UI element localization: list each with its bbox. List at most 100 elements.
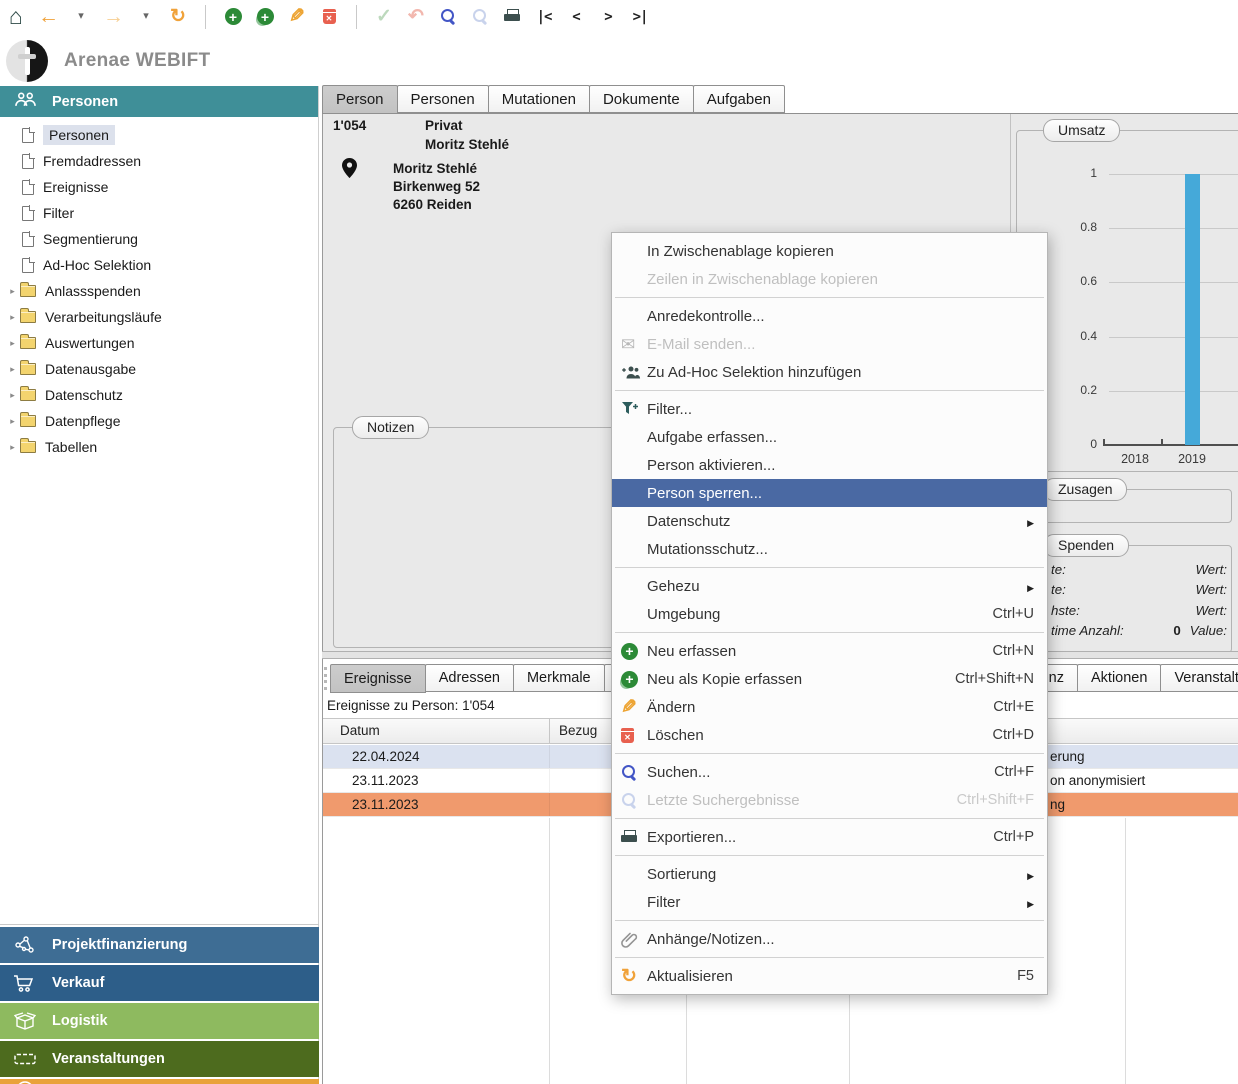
menu-item-mutationsschutz[interactable]: Mutationsschutz...	[613, 535, 1046, 563]
sidebar-section-logistik[interactable]: Logistik	[0, 1003, 319, 1039]
tab-dokumente[interactable]: Dokumente	[589, 85, 694, 113]
new-button[interactable]	[223, 4, 243, 30]
tab-adressen[interactable]: Adressen	[425, 664, 514, 692]
column-header-bezug[interactable]: Bezug	[559, 723, 597, 738]
search-icon	[621, 764, 638, 781]
print-button[interactable]	[502, 4, 522, 30]
menu-item-label: Person sperren...	[647, 485, 1034, 502]
sidebar-header-personen[interactable]: Personen	[0, 86, 318, 117]
back-dropdown-button[interactable]	[71, 4, 91, 30]
sidebar-section-label: Verkauf	[52, 975, 104, 991]
menu-item-filter[interactable]: Filter...	[613, 395, 1046, 423]
sidebar-item-segmentierung[interactable]: Segmentierung	[0, 226, 318, 252]
menu-item-filter[interactable]: Filter	[613, 888, 1046, 916]
tab-ereignisse[interactable]: Ereignisse	[330, 664, 426, 693]
next-button[interactable]: >	[598, 4, 618, 30]
sidebar-item-ereignisse[interactable]: Ereignisse	[0, 174, 318, 200]
bottom-tab-bar-right: enzAktionenVeranstalt	[1020, 664, 1238, 692]
expand-caret-icon[interactable]: ▸	[6, 312, 19, 323]
sidebar-section-partial[interactable]	[0, 1079, 319, 1084]
menu-item-label: Anredekontrolle...	[647, 308, 1034, 325]
tab-personen[interactable]: Personen	[397, 85, 489, 113]
menu-item-anhänge-notizen[interactable]: Anhänge/Notizen...	[613, 925, 1046, 953]
menu-item-suchen[interactable]: Suchen...Ctrl+F	[613, 758, 1046, 786]
spenden-value-label: Wert:	[1195, 562, 1227, 577]
sidebar-item-fremdadressen[interactable]: Fremdadressen	[0, 148, 318, 174]
menu-item-exportieren[interactable]: Exportieren...Ctrl+P	[613, 823, 1046, 851]
forward-dropdown-button[interactable]	[136, 4, 156, 30]
app-logo-icon	[6, 40, 48, 82]
sidebar-item-label: Ereignisse	[43, 179, 108, 195]
tab-veranstalt[interactable]: Veranstalt	[1160, 664, 1238, 692]
event-date: 23.11.2023	[352, 797, 419, 812]
menu-item-zu-ad-hoc-selektion-hinzufügen[interactable]: Zu Ad-Hoc Selektion hinzufügen	[613, 358, 1046, 386]
menu-item-aufgabe-erfassen[interactable]: Aufgabe erfassen...	[613, 423, 1046, 451]
first-icon: |<	[537, 9, 552, 25]
menu-item-gehezu[interactable]: Gehezu	[613, 572, 1046, 600]
sidebar-item-datenschutz[interactable]: ▸Datenschutz	[0, 382, 318, 408]
sidebar-item-datenpflege[interactable]: ▸ Datenpflege	[0, 408, 318, 434]
menu-item-person-sperren[interactable]: Person sperren...	[612, 479, 1047, 507]
sidebar-item-label: Anlassspenden	[45, 283, 141, 299]
refresh-button[interactable]	[168, 4, 188, 30]
tab-mutationen[interactable]: Mutationen	[488, 85, 590, 113]
sidebar-item-ad-hoc-selektion[interactable]: Ad-Hoc Selektion	[0, 252, 318, 278]
menu-item-aktualisieren[interactable]: AktualisierenF5	[613, 962, 1046, 990]
sidebar-item-auswertungen[interactable]: ▸Auswertungen	[0, 330, 318, 356]
menu-item-anredekontrolle[interactable]: Anredekontrolle...	[613, 302, 1046, 330]
first-button[interactable]: |<	[534, 4, 554, 30]
expand-caret-icon[interactable]: ▸	[6, 338, 19, 349]
menu-item-person-aktivieren[interactable]: Person aktivieren...	[613, 451, 1046, 479]
menu-item-ändern[interactable]: ÄndernCtrl+E	[613, 693, 1046, 721]
menu-shortcut: Ctrl+D	[993, 727, 1035, 743]
tab-merkmale[interactable]: Merkmale	[513, 664, 605, 692]
menu-shortcut: Ctrl+F	[994, 764, 1034, 780]
expand-caret-icon[interactable]: ▸	[6, 416, 19, 427]
sidebar-section-verkauf[interactable]: Verkauf	[0, 965, 319, 1001]
spenden-row: hste:Wert:	[1051, 600, 1227, 621]
sidebar-item-filter[interactable]: Filter	[0, 200, 318, 226]
menu-item-sortierung[interactable]: Sortierung	[613, 860, 1046, 888]
sidebar-item-anlassspenden[interactable]: ▸ Anlassspenden	[0, 278, 318, 304]
sidebar-item-tabellen[interactable]: ▸Tabellen	[0, 434, 318, 460]
sidebar-section-projektfinanzierung[interactable]: Projektfinanzierung	[0, 927, 319, 963]
search-icon-slot	[621, 764, 647, 781]
menu-shortcut: Ctrl+Shift+N	[955, 671, 1034, 687]
menu-item-umgebung[interactable]: UmgebungCtrl+U	[613, 600, 1046, 628]
expand-caret-icon[interactable]: ▸	[6, 442, 19, 453]
expand-caret-icon[interactable]: ▸	[6, 286, 19, 297]
previous-button[interactable]: <	[566, 4, 586, 30]
menu-item-datenschutz[interactable]: Datenschutz	[613, 507, 1046, 535]
menu-item-löschen[interactable]: LöschenCtrl+D	[613, 721, 1046, 749]
menu-item-neu-als-kopie-erfassen[interactable]: Neu als Kopie erfassenCtrl+Shift+N	[613, 665, 1046, 693]
umsatz-bar-chart: 00.20.40.60.8120182019	[1017, 131, 1238, 471]
delete-button[interactable]	[319, 4, 339, 30]
sidebar-item-personen[interactable]: Personen	[0, 122, 318, 148]
last-button[interactable]: >|	[630, 4, 650, 30]
expand-caret-icon[interactable]: ▸	[6, 390, 19, 401]
sidebar-item-label: Datenpflege	[45, 413, 121, 429]
home-button[interactable]	[6, 4, 26, 30]
spenden-value-label: Wert:	[1195, 582, 1227, 597]
tab-person[interactable]: Person	[322, 85, 398, 114]
chart-gridline	[1109, 282, 1238, 283]
tabbar-grip[interactable]	[324, 667, 327, 690]
tab-aufgaben[interactable]: Aufgaben	[693, 85, 785, 113]
column-header-datum[interactable]: Datum	[340, 723, 380, 738]
sidebar-section-veranstaltungen[interactable]: Veranstaltungen	[0, 1041, 319, 1077]
new-copy-icon	[257, 8, 274, 25]
search-button[interactable]	[438, 4, 458, 30]
delete-icon-slot	[621, 728, 647, 743]
sidebar-item-verarbeitungsläufe[interactable]: ▸Verarbeitungsläufe	[0, 304, 318, 330]
sidebar-item-datenausgabe[interactable]: ▸Datenausgabe	[0, 356, 318, 382]
expand-caret-icon[interactable]: ▸	[6, 364, 19, 375]
forward-icon	[103, 6, 124, 27]
menu-item-neu-erfassen[interactable]: Neu erfassenCtrl+N	[613, 637, 1046, 665]
chart-ytick-label: 1	[1045, 166, 1097, 180]
sidebar-item-label: Segmentierung	[43, 231, 138, 247]
menu-item-in-zwischenablage-kopieren[interactable]: In Zwischenablage kopieren	[613, 237, 1046, 265]
tab-aktionen[interactable]: Aktionen	[1077, 664, 1161, 692]
edit-button[interactable]	[287, 4, 307, 30]
new-copy-button[interactable]	[255, 4, 275, 30]
back-button[interactable]	[38, 4, 59, 30]
